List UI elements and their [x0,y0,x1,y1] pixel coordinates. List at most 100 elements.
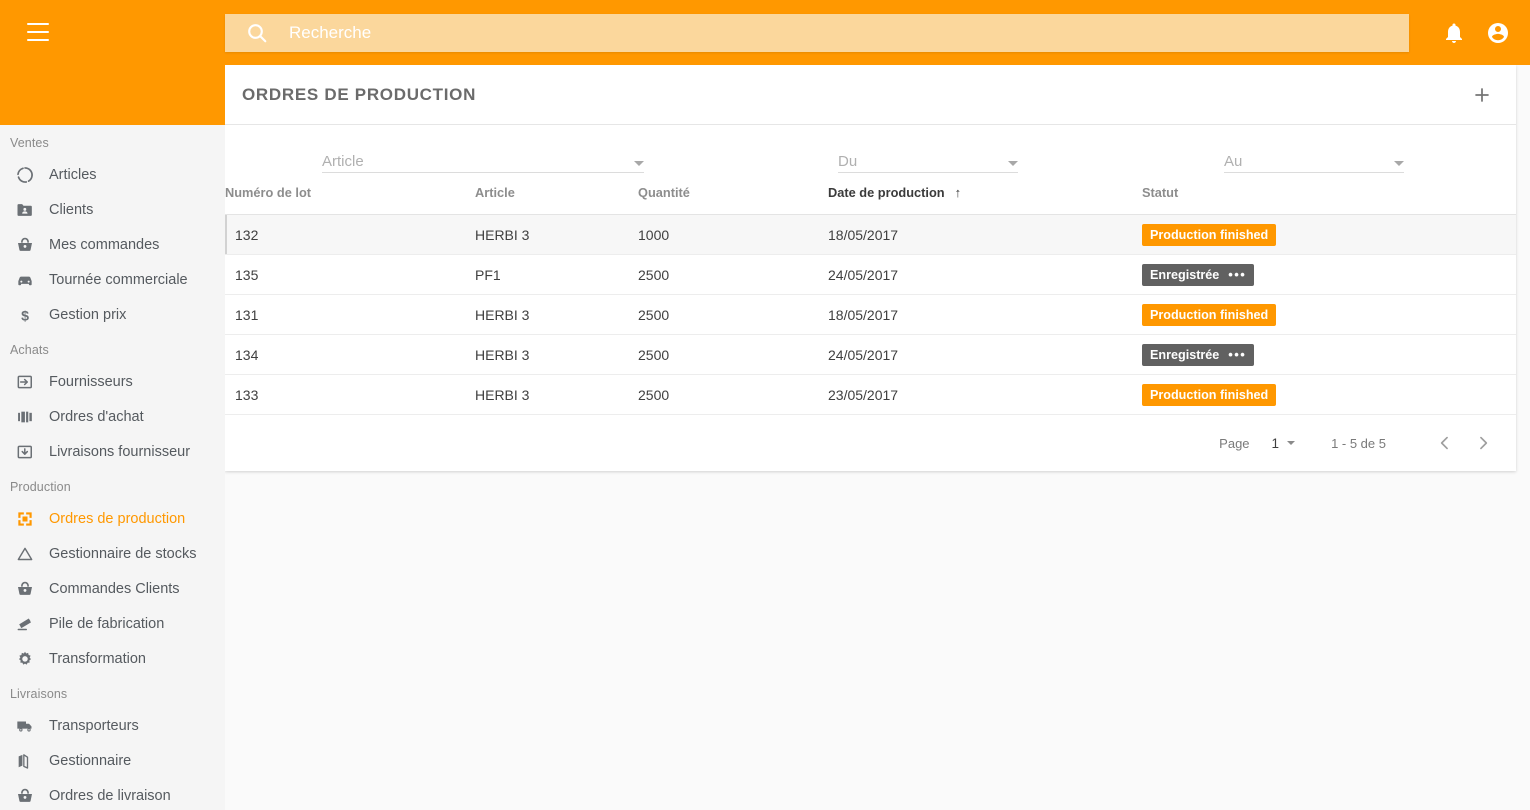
table-row[interactable]: 133 HERBI 3 2500 23/05/2017 Production finis… [225,374,1516,415]
column-header-label: Quantité [638,185,690,200]
contact-folder-icon [14,199,36,221]
sidebar-item-commandes-clients[interactable]: Commandes Clients [0,571,225,606]
search-input[interactable] [289,14,1409,52]
more-options-icon[interactable]: ••• [1228,268,1246,281]
cell-lot: 135 [225,254,475,295]
cell-date: 18/05/2017 [828,214,1142,255]
sidebar-item-gestionnaire-de-stocks[interactable]: Gestionnaire de stocks [0,536,225,571]
basket-icon [14,234,36,256]
chevron-down-icon [634,161,644,166]
status-badge-label: Production finished [1150,387,1269,402]
sidebar-item-mes-commandes[interactable]: Mes commandes [0,227,225,262]
status-badge[interactable]: Enregistrée ••• [1142,263,1255,286]
sidebar-item-label: Gestionnaire de stocks [49,545,197,562]
table-row[interactable]: 132 HERBI 3 1000 18/05/2017 Production finis… [225,214,1516,255]
paginator-next-button[interactable] [1468,428,1498,458]
column-header-quantite[interactable]: Quantité [638,179,828,215]
more-options-icon[interactable]: ••• [1228,348,1246,361]
sidebar-item-label: Transformation [49,650,146,667]
sidebar-item-label: Commandes Clients [49,580,180,597]
cell-lot: 131 [225,294,475,335]
sidebar-group-label: Livraisons [10,687,68,701]
top-app-bar [0,0,1530,65]
table-row[interactable]: 135 PF1 2500 24/05/2017 Enregistrée ••• [225,254,1516,295]
cell-article: PF1 [475,254,638,295]
status-badge[interactable]: Enregistrée ••• [1142,343,1255,366]
status-badge[interactable]: Production finished [1142,223,1277,246]
table-row[interactable]: 134 HERBI 3 2500 24/05/2017 Enregistrée ••• [225,334,1516,375]
sidebar-item-fournisseurs[interactable]: Fournisseurs [0,364,225,399]
account-circle-icon[interactable] [1486,21,1510,45]
sidebar-item-ordres-de-livraison[interactable]: Ordres de livraison [0,778,225,810]
sidebar-item-tourn-e-commerciale[interactable]: Tournée commerciale [0,262,225,297]
chevron-down-icon [1394,161,1404,166]
paginator: Page 1 1 - 5 de 5 [225,415,1516,471]
hamburger-menu-icon[interactable] [27,23,49,41]
table-body: 132 HERBI 3 1000 18/05/2017 Production finis… [225,214,1516,415]
car-icon [14,269,36,291]
sidebar-item-label: Ordres de production [49,510,186,527]
filter-date-to[interactable]: Au [1224,149,1404,173]
search-bar[interactable] [225,14,1409,52]
status-badge[interactable]: Production finished [1142,303,1277,326]
sidebar-item-gestionnaire[interactable]: Gestionnaire [0,743,225,778]
sidebar-item-ordres-de-production[interactable]: Ordres de production [0,501,225,536]
sort-ascending-icon: ↑ [954,185,962,200]
sidebar-item-label: Tournée commerciale [49,271,188,288]
dollar-icon: $ [14,304,36,326]
search-icon [245,21,269,45]
filter-date-to-label: Au [1224,153,1243,170]
column-header-statut[interactable]: Statut [1142,179,1516,215]
bar-blocks-icon [14,406,36,428]
sidebar-item-pile-de-fabrication[interactable]: Pile de fabrication [0,606,225,641]
login-arrow-box-icon [14,371,36,393]
sidebar-item-label: Ordres d'achat [49,408,144,425]
table-header-row: Numéro de lot Article Quantité Date de prod… [225,179,1516,215]
cell-quantite: 2500 [638,294,828,335]
column-header-lot[interactable]: Numéro de lot [225,179,475,215]
basket-icon [14,785,36,807]
sidebar-item-articles[interactable]: Articles [0,157,225,192]
sidebar-item-livraisons-fournisseur[interactable]: Livraisons fournisseur [0,434,225,469]
sidebar-item-label: Pile de fabrication [49,615,165,632]
column-header-date[interactable]: Date de production ↑ [828,179,1142,215]
sidebar-item-label: Clients [49,201,94,218]
stack-lines-icon [14,613,36,635]
filter-date-from[interactable]: Du [838,149,1018,173]
column-header-label: Statut [1142,185,1179,200]
status-badge[interactable]: Production finished [1142,383,1277,406]
paginator-previous-button[interactable] [1430,428,1460,458]
status-badge-label: Enregistrée [1150,267,1220,282]
cell-quantite: 2500 [638,334,828,375]
cell-statut: Production finished [1142,214,1516,255]
table-row[interactable]: 131 HERBI 3 2500 18/05/2017 Production finis… [225,294,1516,335]
column-header-article[interactable]: Article [475,179,638,215]
cell-lot: 133 [225,374,475,415]
sidebar-item-label: Gestionnaire [49,752,132,769]
sidebar-item-gestion-prix[interactable]: $ Gestion prix [0,297,225,332]
sidebar-item-ordres-d-achat[interactable]: Ordres d'achat [0,399,225,434]
gear-icon [14,648,36,670]
sidebar-item-clients[interactable]: Clients [0,192,225,227]
cell-date: 18/05/2017 [828,294,1142,335]
table-head: Numéro de lot Article Quantité Date de prod… [225,179,1516,215]
sidebar-group-label: Production [10,480,71,494]
bell-icon[interactable] [1442,21,1466,45]
broken-circle-icon [14,164,36,186]
filter-row: Article Du Au [225,125,1516,179]
filter-article[interactable]: Article [322,149,644,173]
status-badge-label: Production finished [1150,227,1269,242]
cell-quantite: 2500 [638,374,828,415]
sidebar-item-label: Fournisseurs [49,373,133,390]
triangle-icon [14,543,36,565]
cell-date: 23/05/2017 [828,374,1142,415]
add-production-order-button[interactable] [1464,77,1500,113]
cell-date: 24/05/2017 [828,334,1142,375]
page-title: ORDRES DE PRODUCTION [242,84,477,104]
cell-article: HERBI 3 [475,294,638,335]
paginator-page-value: 1 [1271,435,1280,451]
sidebar-item-transporteurs[interactable]: Transporteurs [0,708,225,743]
sidebar-item-label: Gestion prix [49,306,127,323]
sidebar-item-transformation[interactable]: Transformation [0,641,225,676]
paginator-page-select[interactable]: 1 [1272,436,1296,451]
